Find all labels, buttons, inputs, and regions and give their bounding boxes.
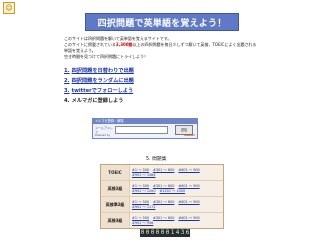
menu-item-label: 四択問題を日替わりで出題 [71, 67, 134, 74]
intro-line-3: 空き時間を見つけて四択問題にトライしよう！ [64, 54, 148, 59]
question-range-link[interactable]: #1 ～ 300 [132, 200, 149, 204]
table-row: 英検2級 #1 ～ 300 #301 ～ 600 #601 ～ 900 #901… [101, 181, 223, 197]
question-range-link[interactable]: #601 ～ 900 [178, 216, 199, 220]
mailmag-footer: Powered by melma! [95, 134, 195, 137]
intro-text: このサイトは四択問題を解いて英単語を覚えるサイトです。 このサイトに掲載されてい… [64, 36, 260, 60]
counter-digit: 6 [185, 229, 190, 237]
row-header: 英検3級 [101, 213, 130, 228]
row-links: #1 ～ 300 #301 ～ 600 #601 ～ 900 #901 ～ 12… [130, 181, 223, 196]
table-row: 英検3級 #1 ～ 300 #301 ～ 600 #601 ～ 900 #901… [101, 213, 223, 228]
menu-item-number: 4. [64, 97, 70, 104]
row-links: #1 ～ 300 #301 ～ 600 #601 ～ 900 #901 ～ 95… [130, 213, 223, 228]
row-links: #1 ～ 300 #301 ～ 600 #601 ～ 900 #901 ～ 10… [130, 165, 223, 180]
word-count-highlight: 3,300語 [115, 42, 133, 47]
row-header: TOEIC [101, 165, 130, 180]
menu-item-random-quiz[interactable]: 2. 四択問題をランダムに出題 [64, 76, 260, 86]
visitor-counter: 0000001436 [140, 229, 190, 237]
question-range-link[interactable]: #901 ～ 1200 [132, 189, 156, 193]
question-set-table: TOEIC #1 ～ 300 #301 ～ 600 #601 ～ 900 #90… [100, 164, 224, 229]
powered-by-label: Powered by [95, 134, 111, 137]
question-range-link[interactable]: #901 ～ 956 [132, 221, 153, 225]
smiley-logo-icon[interactable]: ☺ [3, 2, 15, 14]
question-range-link[interactable]: #601 ～ 900 [178, 200, 199, 204]
menu-item-label: メルマガに登録しよう [71, 97, 124, 104]
page: ☺ 四択問題で英単語を覚えよう！ このサイトは四択問題を解いて英単語を覚えるサイ… [0, 0, 320, 240]
mailmag-title: メルマガ登録・解除 [93, 119, 197, 124]
menu-item-number: 2. [64, 77, 70, 84]
row-header: 英検2級 [101, 181, 130, 196]
row-header: 英検準2級 [101, 197, 130, 212]
melma-brand-logo[interactable]: melma! [184, 134, 195, 137]
email-field[interactable] [115, 126, 168, 134]
question-range-link[interactable]: #301 ～ 600 [153, 216, 174, 220]
intro-line-2-pre: このサイトに掲載されている [64, 42, 116, 47]
table-row: 英検準2級 #1 ～ 300 #301 ～ 600 #601 ～ 900 #90… [101, 197, 223, 213]
menu-item-number: 3. [64, 87, 70, 94]
question-range-link[interactable]: #1201 ～ 1400 [160, 189, 186, 193]
question-range-link[interactable]: #601 ～ 900 [178, 184, 199, 188]
menu-item-mailmag: 4. メルマガに登録しよう [64, 96, 260, 106]
question-range-link[interactable]: #1 ～ 300 [132, 216, 149, 220]
menu-item-label: 四択問題をランダムに出題 [71, 77, 134, 84]
menu-item-number: 1. [64, 67, 70, 74]
question-range-link[interactable]: #1 ～ 300 [132, 168, 149, 172]
row-links: #1 ～ 300 #301 ～ 600 #601 ～ 900 #901 ～ 11… [130, 197, 223, 212]
question-range-link[interactable]: #301 ～ 600 [153, 168, 174, 172]
table-row: TOEIC #1 ～ 300 #301 ～ 600 #601 ～ 900 #90… [101, 165, 223, 181]
page-title-banner: 四択問題で英単語を覚えよう！ [85, 13, 239, 31]
email-field-label: メールアドレス [95, 126, 114, 134]
menu-item-daily-quiz[interactable]: 1. 四択問題を日替わりで出題 [64, 66, 260, 76]
mailmag-signup-box: メルマガ登録・解除 メールアドレス 送信 Powered by melma! [92, 118, 198, 139]
question-range-link[interactable]: #901 ～ 1084 [132, 173, 156, 177]
menu-item-label: twitterでフォローしよう [71, 87, 134, 94]
intro-line-2: このサイトに掲載されている3,300語以上の四択問題を毎日少しずつ解いて英検、T… [64, 42, 260, 54]
main-menu: 1. 四択問題を日替わりで出題 2. 四択問題をランダムに出題 3. twitt… [64, 66, 260, 106]
question-range-link[interactable]: #301 ～ 600 [153, 200, 174, 204]
question-range-link[interactable]: #901 ～ 1172 [132, 205, 156, 209]
question-range-link[interactable]: #1 ～ 300 [132, 184, 149, 188]
menu-item-twitter-follow[interactable]: 3. twitterでフォローしよう [64, 86, 260, 96]
section-title-question-sets: 5. 問題集 [146, 157, 167, 162]
question-range-link[interactable]: #601 ～ 900 [178, 168, 199, 172]
question-range-link[interactable]: #301 ～ 600 [153, 184, 174, 188]
